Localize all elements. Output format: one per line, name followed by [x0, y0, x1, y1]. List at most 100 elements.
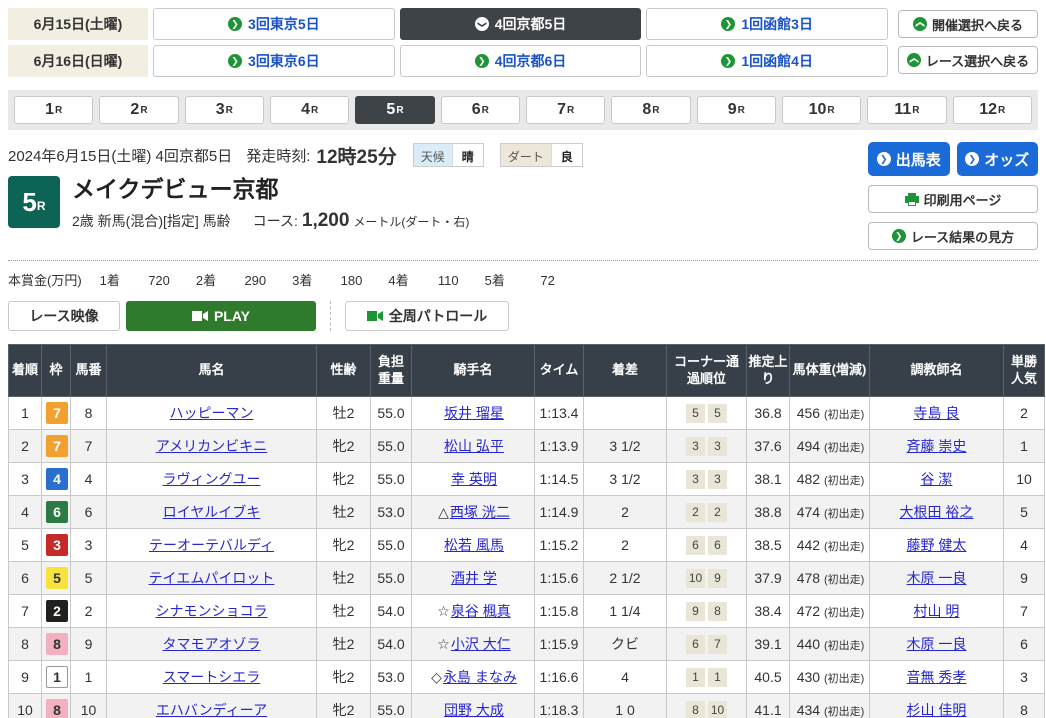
race-tab-10r[interactable]: 10R — [782, 96, 861, 124]
race-video-button[interactable]: レース映像 — [8, 301, 120, 331]
patrol-video-button[interactable]: 全周パトロール — [345, 301, 509, 331]
horse-link[interactable]: アメリカンビキニ — [156, 438, 267, 454]
horse-link[interactable]: エハバンディーア — [156, 702, 267, 718]
trainer-link[interactable]: 杉山 佳明 — [907, 702, 967, 718]
body-weight-cell: 430 (初出走) — [790, 661, 870, 694]
jockey-cell: 松若 風馬 — [412, 529, 535, 562]
jockey-link[interactable]: 小沢 大仁 — [451, 636, 511, 652]
result-row: 178ハッピーマン牡255.0坂井 瑠星1:13.45536.8456 (初出走… — [9, 397, 1045, 430]
race-tab-12r[interactable]: 12R — [953, 96, 1032, 124]
result-row: 466ロイヤルイブキ牡253.0△西塚 洸二1:14.922238.8474 (… — [9, 496, 1045, 529]
trainer-link[interactable]: 寺島 良 — [914, 405, 960, 421]
jockey-link[interactable]: 幸 英明 — [451, 471, 497, 487]
race-title-row: 5 R メイクデビュー京都 2歳 新馬(混合)[指定] 馬齢 コース: 1,20… — [8, 176, 868, 232]
bracket-cell: 7 — [42, 397, 71, 430]
trainer-link[interactable]: 藤野 健太 — [907, 537, 967, 553]
finish-time: 1:13.4 — [535, 397, 584, 430]
corner-positions: 109 — [667, 562, 747, 595]
race-tab-suffix: R — [738, 105, 745, 116]
jockey-link[interactable]: 松山 弘平 — [444, 438, 504, 454]
race-tab-9r[interactable]: 9R — [697, 96, 776, 124]
margin: 1 0 — [584, 694, 667, 718]
horse-link[interactable]: タマモアオゾラ — [163, 636, 261, 652]
race-tab-suffix: R — [140, 105, 147, 116]
jockey-link[interactable]: 酒井 学 — [451, 570, 497, 586]
race-tab-5r[interactable]: 5R — [355, 96, 434, 124]
horse-link[interactable]: ハッピーマン — [170, 405, 254, 421]
horse-link[interactable]: ロイヤルイブキ — [163, 504, 261, 520]
race-date: 2024年6月15日(土曜) 4回京都5日 — [8, 145, 232, 166]
race-tab-11r[interactable]: 11R — [867, 96, 946, 124]
horse-number: 6 — [71, 496, 107, 529]
carried-weight: 55.0 — [371, 562, 412, 595]
jockey-link[interactable]: 松若 風馬 — [444, 537, 504, 553]
weather-label: 天候 — [414, 144, 452, 166]
sex-age: 牝2 — [317, 694, 371, 718]
back-to-kaisai-button[interactable]: 開催選択へ戻る — [898, 10, 1038, 38]
finish-position: 7 — [9, 595, 42, 628]
meeting-button[interactable]: 4回京都5日 — [400, 8, 642, 40]
race-tab-7r[interactable]: 7R — [526, 96, 605, 124]
corner-position: 9 — [686, 602, 705, 621]
column-header: 調教師名 — [870, 345, 1004, 397]
entries-button[interactable]: 出馬表 — [868, 142, 950, 176]
trainer-cell: 斉藤 崇史 — [870, 430, 1004, 463]
play-button[interactable]: PLAY — [126, 301, 316, 331]
horse-link[interactable]: シナモンショコラ — [156, 603, 268, 619]
meeting-button[interactable]: 3回東京5日 — [153, 8, 395, 40]
margin: 2 — [584, 529, 667, 562]
trainer-link[interactable]: 谷 潔 — [921, 471, 953, 487]
race-tab-8r[interactable]: 8R — [611, 96, 690, 124]
corner-positions: 33 — [667, 463, 747, 496]
horse-link[interactable]: テーオーテバルディ — [149, 537, 274, 553]
trainer-link[interactable]: 木原 一良 — [907, 636, 967, 652]
finish-position: 4 — [9, 496, 42, 529]
win-favorite-rank: 1 — [1004, 430, 1045, 463]
jockey-link[interactable]: 西塚 洸二 — [450, 504, 510, 520]
meeting-button[interactable]: 1回函館3日 — [646, 8, 888, 40]
win-favorite-rank: 7 — [1004, 595, 1045, 628]
meeting-button[interactable]: 1回函館4日 — [646, 45, 888, 77]
back-to-kaisai-label: 開催選択へ戻る — [932, 15, 1023, 34]
sex-age: 牝2 — [317, 430, 371, 463]
body-weight: 472 — [797, 603, 824, 619]
meeting-button[interactable]: 4回京都6日 — [400, 45, 642, 77]
body-weight-cell: 494 (初出走) — [790, 430, 870, 463]
finish-time: 1:15.2 — [535, 529, 584, 562]
odds-button[interactable]: オッズ — [957, 142, 1039, 176]
jockey-link[interactable]: 泉谷 楓真 — [451, 603, 511, 619]
course-detail: メートル(ダート・右) — [353, 213, 469, 230]
trainer-link[interactable]: 音無 秀孝 — [907, 669, 967, 685]
print-page-button[interactable]: 印刷用ページ — [868, 185, 1038, 213]
trainer-link[interactable]: 大根田 裕之 — [900, 504, 974, 520]
horse-name-cell: タマモアオゾラ — [107, 628, 317, 661]
race-tab-3r[interactable]: 3R — [185, 96, 264, 124]
trainer-link[interactable]: 木原 一良 — [907, 570, 967, 586]
jockey-link[interactable]: 坂井 瑠星 — [444, 405, 504, 421]
horse-link[interactable]: テイエムパイロット — [149, 570, 275, 586]
horse-link[interactable]: スマートシエラ — [163, 669, 261, 685]
race-tab-4r[interactable]: 4R — [270, 96, 349, 124]
race-tab-2r[interactable]: 2R — [99, 96, 178, 124]
race-number: 5 — [22, 187, 36, 218]
sex-age: 牡2 — [317, 595, 371, 628]
back-to-race-select-button[interactable]: レース選択へ戻る — [898, 46, 1038, 74]
result-row: 277アメリカンビキニ牝255.0松山 弘平1:13.93 1/23337.64… — [9, 430, 1045, 463]
trainer-link[interactable]: 村山 明 — [914, 603, 960, 619]
horse-link[interactable]: ラヴィングユー — [163, 471, 261, 487]
race-tab-suffix: R — [567, 105, 574, 116]
race-tab-suffix: R — [311, 105, 318, 116]
results-guide-button[interactable]: レース結果の見方 — [868, 222, 1038, 250]
win-favorite-rank: 10 — [1004, 463, 1045, 496]
race-tab-6r[interactable]: 6R — [441, 96, 520, 124]
trainer-link[interactable]: 斉藤 崇史 — [907, 438, 967, 454]
corner-positions: 810 — [667, 694, 747, 718]
jockey-link[interactable]: 団野 大成 — [444, 702, 504, 718]
column-header: 着順 — [9, 345, 42, 397]
meeting-button[interactable]: 3回東京6日 — [153, 45, 395, 77]
jockey-link[interactable]: 永島 まなみ — [443, 669, 517, 685]
corner-position: 3 — [686, 437, 705, 456]
column-header: 着差 — [584, 345, 667, 397]
race-tab-1r[interactable]: 1R — [14, 96, 93, 124]
corner-position: 7 — [708, 635, 727, 654]
